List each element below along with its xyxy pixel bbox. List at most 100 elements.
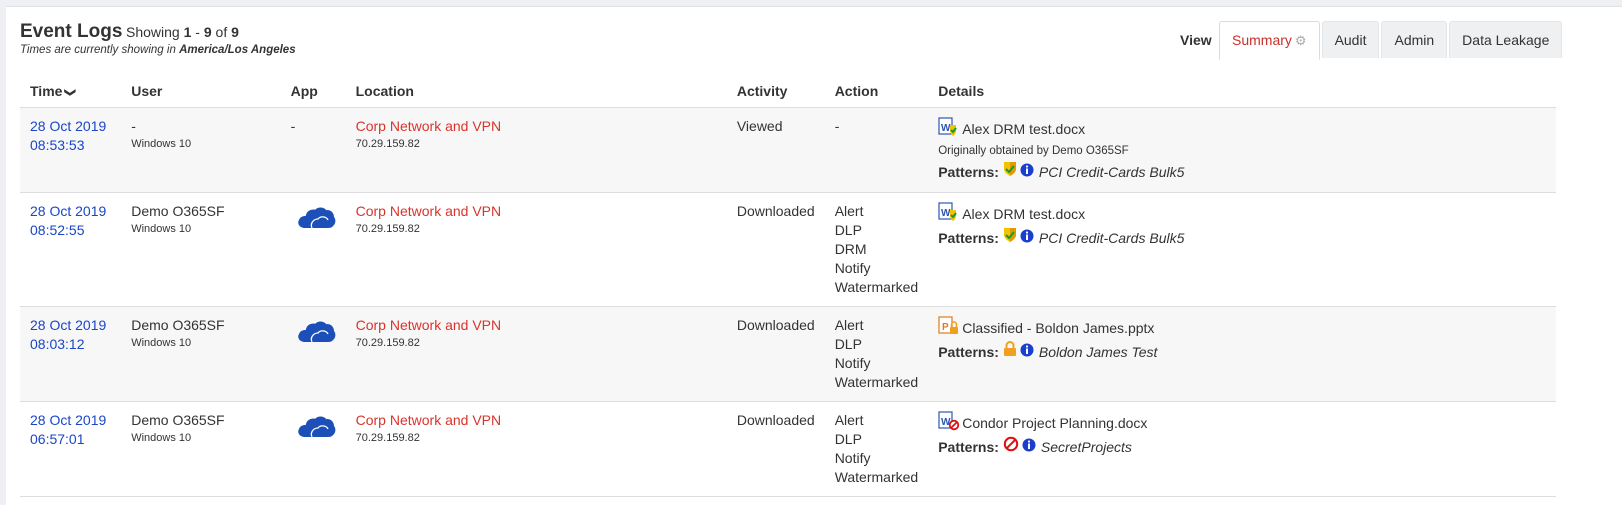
user-os: Windows 10 xyxy=(131,223,192,235)
table-row: 28 Oct 2019 06:57:01 Demo O365SF Windows… xyxy=(20,401,1556,497)
user-os: Windows 10 xyxy=(131,432,192,444)
svg-text:W: W xyxy=(941,123,951,134)
no-entry-icon xyxy=(1003,436,1019,458)
event-date-link[interactable]: 28 Oct 2019 xyxy=(30,117,111,136)
action-cell: Alert DLP Notify Watermarked xyxy=(824,401,929,497)
action-item: DLP xyxy=(834,222,862,238)
event-date-link[interactable]: 28 Oct 2019 xyxy=(30,316,111,335)
info-icon[interactable] xyxy=(1020,228,1034,249)
details-cell: W Alex DRM test.docx Originally obtained… xyxy=(928,107,1556,193)
event-date-link[interactable]: 28 Oct 2019 xyxy=(30,411,111,430)
action-item: DRM xyxy=(834,241,867,257)
details-cell: P Classified - Boldon James.pptx Pattern… xyxy=(928,306,1556,402)
user-cell: Demo O365SF Windows 10 xyxy=(121,401,281,497)
view-label: View xyxy=(1180,32,1212,48)
pattern-name: PCI Credit-Cards Bulk5 xyxy=(1038,229,1185,246)
user-name: Demo O365SF xyxy=(131,412,225,428)
ip-address: 70.29.159.82 xyxy=(355,223,420,235)
location-name[interactable]: Corp Network and VPN xyxy=(356,202,717,221)
action-item: DLP xyxy=(834,336,862,352)
file-name[interactable]: Condor Project Planning.docx xyxy=(962,414,1147,433)
tab-admin[interactable]: Admin xyxy=(1381,21,1448,58)
event-time-link[interactable]: 06:57:01 xyxy=(30,430,111,449)
location-name[interactable]: Corp Network and VPN xyxy=(356,411,717,430)
info-icon[interactable] xyxy=(1022,437,1036,458)
tab-summary[interactable]: Summary ⚙ xyxy=(1219,21,1320,60)
location-name[interactable]: Corp Network and VPN xyxy=(356,316,717,335)
event-log-table: Time ❯ User App Location Activity Action… xyxy=(20,75,1556,497)
table-row: 28 Oct 2019 08:53:53 - Windows 10 - Corp… xyxy=(20,107,1556,193)
details-cell: W Condor Project Planning.docx Patterns:… xyxy=(928,401,1556,497)
time-cell[interactable]: 28 Oct 2019 08:53:53 xyxy=(20,107,122,193)
pattern-name: Boldon James Test xyxy=(1038,343,1158,360)
action-cell: Alert DLP Notify Watermarked xyxy=(824,306,929,402)
location-cell: Corp Network and VPN 70.29.159.82 xyxy=(345,401,727,497)
location-name[interactable]: Corp Network and VPN xyxy=(356,117,717,136)
event-time-link[interactable]: 08:03:12 xyxy=(30,335,111,354)
column-header-user: User xyxy=(121,75,281,108)
action-item: DLP xyxy=(834,431,862,447)
activity-cell: Downloaded xyxy=(726,401,825,497)
page-title: Event Logs xyxy=(20,21,123,42)
activity-cell: Downloaded xyxy=(726,192,825,307)
timezone-note: Times are currently showing in America/L… xyxy=(20,44,296,56)
event-time-link[interactable]: 08:53:53 xyxy=(30,136,111,155)
onedrive-cloud-icon xyxy=(296,318,336,349)
pattern-name: SecretProjects xyxy=(1040,438,1132,455)
time-cell[interactable]: 28 Oct 2019 08:52:55 xyxy=(20,192,122,307)
event-time-link[interactable]: 08:52:55 xyxy=(30,221,111,240)
patterns-label: Patterns: xyxy=(938,438,999,455)
action-item: Notify xyxy=(834,260,871,276)
column-header-details: Details xyxy=(928,75,1556,108)
origin-note: Originally obtained by Demo O365SF xyxy=(938,145,1129,157)
column-header-time[interactable]: Time ❯ xyxy=(20,75,122,108)
file-name[interactable]: Classified - Boldon James.pptx xyxy=(962,319,1154,338)
action-item: Alert xyxy=(834,203,864,219)
user-os: Windows 10 xyxy=(131,337,192,349)
table-row: 28 Oct 2019 08:52:55 Demo O365SF Windows… xyxy=(20,192,1556,307)
showing-count: Showing 1 - 9 of 9 xyxy=(126,24,239,40)
time-cell[interactable]: 28 Oct 2019 08:03:12 xyxy=(20,306,122,402)
lock-icon xyxy=(1003,341,1017,363)
word-drm-icon: W xyxy=(938,117,960,142)
app-cell xyxy=(280,306,346,402)
user-cell: Demo O365SF Windows 10 xyxy=(121,306,281,402)
tab-audit[interactable]: Audit xyxy=(1321,21,1380,58)
onedrive-cloud-icon xyxy=(296,204,336,235)
action-item: Watermarked xyxy=(834,469,919,485)
time-cell[interactable]: 28 Oct 2019 06:57:01 xyxy=(20,401,122,497)
shield-icon xyxy=(1003,227,1017,249)
location-cell: Corp Network and VPN 70.29.159.82 xyxy=(345,306,727,402)
event-date-link[interactable]: 28 Oct 2019 xyxy=(30,202,111,221)
info-icon[interactable] xyxy=(1020,342,1034,363)
event-logs-panel: Event Logs Showing 1 - 9 of 9 Times are … xyxy=(6,6,1622,505)
user-name: - xyxy=(131,118,136,134)
chevron-down-icon: ❯ xyxy=(64,87,77,98)
powerpoint-lock-icon: P xyxy=(938,316,960,341)
app-name: - xyxy=(290,118,296,134)
file-name[interactable]: Alex DRM test.docx xyxy=(962,205,1085,224)
info-icon[interactable] xyxy=(1020,162,1034,183)
ip-address: 70.29.159.82 xyxy=(355,138,420,150)
action-item: Notify xyxy=(834,450,871,466)
column-header-app: App xyxy=(280,75,346,108)
action-item: Alert xyxy=(834,412,864,428)
patterns-line: Patterns: Boldon James Test xyxy=(938,341,1546,363)
gear-icon[interactable]: ⚙ xyxy=(1295,33,1307,48)
user-cell: - Windows 10 xyxy=(121,107,281,193)
word-blocked-icon: W xyxy=(938,411,960,436)
activity-cell: Downloaded xyxy=(726,306,825,402)
user-name: Demo O365SF xyxy=(131,317,225,333)
patterns-label: Patterns: xyxy=(938,163,999,180)
app-cell xyxy=(280,401,346,497)
action-item: - xyxy=(834,118,840,134)
svg-text:W: W xyxy=(941,208,951,219)
action-cell: Alert DLP DRM Notify Watermarked xyxy=(824,192,929,307)
location-cell: Corp Network and VPN 70.29.159.82 xyxy=(345,192,727,307)
tab-data-leakage[interactable]: Data Leakage xyxy=(1449,21,1563,58)
file-name[interactable]: Alex DRM test.docx xyxy=(962,120,1085,139)
user-name: Demo O365SF xyxy=(131,203,225,219)
details-cell: W Alex DRM test.docx Patterns: PCI Credi… xyxy=(928,192,1556,307)
location-cell: Corp Network and VPN 70.29.159.82 xyxy=(345,107,727,193)
patterns-line: Patterns: PCI Credit-Cards Bulk5 xyxy=(938,227,1546,249)
